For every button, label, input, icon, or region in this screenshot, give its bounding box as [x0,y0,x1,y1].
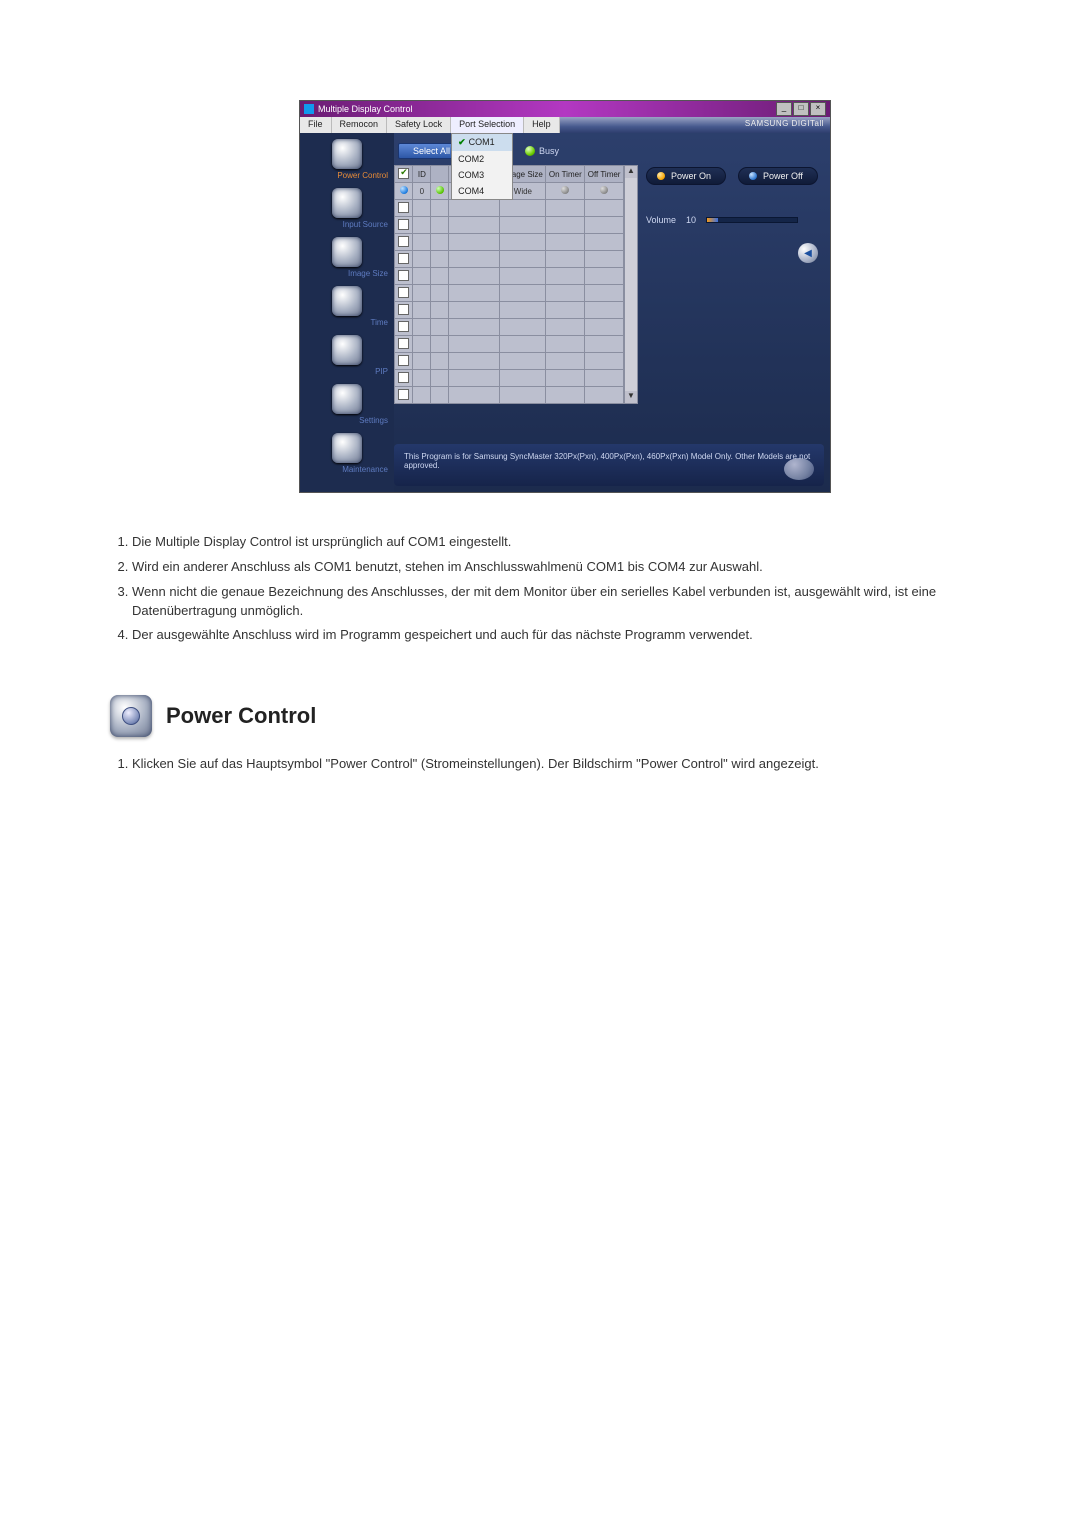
list-item: Der ausgewählte Anschluss wird im Progra… [132,626,950,645]
sidebar-label: Power Control [302,171,392,180]
checkmark-icon: ✔ [458,137,466,147]
sidebar-item-input-source[interactable]: Input Source [302,188,392,229]
minimize-button[interactable]: _ [776,102,792,116]
steps-list: Klicken Sie auf das Hauptsymbol "Power C… [110,755,1010,774]
sidebar-item-time[interactable]: Time [302,286,392,327]
off-timer-icon [600,186,608,194]
col-status [431,166,449,183]
col-on-timer: On Timer [546,166,585,183]
table-row[interactable] [395,251,624,268]
menu-safety-lock[interactable]: Safety Lock [387,117,451,133]
row-check-icon[interactable] [400,186,408,194]
table-scrollbar[interactable]: ▲ ▼ [624,165,638,404]
list-item: Klicken Sie auf das Hauptsymbol "Power C… [132,755,950,774]
menubar: File Remocon Safety Lock Port Selection … [300,117,830,133]
table-row[interactable] [395,217,624,234]
table-row[interactable] [395,268,624,285]
section-title: Power Control [166,703,316,729]
titlebar: Multiple Display Control _ □ × [300,101,830,117]
col-off-timer: Off Timer [585,166,624,183]
sidebar-item-image-size[interactable]: Image Size [302,237,392,278]
table-row[interactable] [395,234,624,251]
port-com3[interactable]: COM3 [452,167,512,183]
list-item: Wird ein anderer Anschluss als COM1 benu… [132,558,950,577]
port-com2[interactable]: COM2 [452,151,512,167]
power-off-label: Power Off [763,171,803,181]
busy-label: Busy [539,146,559,156]
sidebar-label: PIP [302,367,392,376]
power-control-section-icon [110,695,152,737]
table-row[interactable] [395,336,624,353]
close-button[interactable]: × [810,102,826,116]
cell-id: 0 [413,183,431,200]
scroll-up-icon[interactable]: ▲ [625,166,637,178]
menu-port-selection[interactable]: Port Selection ✔COM1 COM2 COM3 COM4 [451,117,524,133]
table-row[interactable] [395,353,624,370]
section-header: Power Control [110,695,1010,737]
maximize-button[interactable]: □ [793,102,809,116]
power-off-button[interactable]: Power Off [738,167,818,185]
table-row[interactable] [395,302,624,319]
settings-icon [332,384,362,414]
power-off-dot-icon [749,172,757,180]
menu-help[interactable]: Help [524,117,560,133]
brand-label: SAMSUNG DIGITall [560,117,830,133]
sidebar-label: Settings [302,416,392,425]
power-on-dot-icon [657,172,665,180]
sidebar-item-maintenance[interactable]: Maintenance [302,433,392,474]
busy-dot-icon [525,146,535,156]
volume-value: 10 [686,215,696,225]
table-row[interactable] [395,285,624,302]
sidebar-label: Input Source [302,220,392,229]
col-id: ID [413,166,431,183]
port-selection-dropdown: ✔COM1 COM2 COM3 COM4 [451,133,513,200]
list-item: Die Multiple Display Control ist ursprün… [132,533,950,552]
speaker-icon[interactable]: ◀ [798,243,818,263]
menu-file[interactable]: File [300,117,332,133]
sidebar-item-settings[interactable]: Settings [302,384,392,425]
table-row[interactable] [395,319,624,336]
port-com4[interactable]: COM4 [452,183,512,199]
port-com1[interactable]: ✔COM1 [452,134,512,151]
image-size-icon [332,237,362,267]
window-title: Multiple Display Control [318,104,413,114]
volume-label: Volume [646,215,676,225]
sidebar-item-pip[interactable]: PIP [302,335,392,376]
sidebar-label: Time [302,318,392,327]
menu-port-selection-label: Port Selection [459,119,515,129]
app-icon [304,104,314,114]
sidebar-item-power-control[interactable]: Power Control [302,139,392,180]
power-on-button[interactable]: Power On [646,167,726,185]
table-row[interactable] [395,370,624,387]
pip-icon [332,335,362,365]
power-on-label: Power On [671,171,711,181]
sidebar-label: Image Size [302,269,392,278]
volume-control: Volume 10 [646,215,818,225]
scroll-down-icon[interactable]: ▼ [625,391,637,403]
footer-text: This Program is for Samsung SyncMaster 3… [404,452,810,470]
volume-slider[interactable] [706,217,798,223]
row-status-icon [436,186,444,194]
busy-indicator: Busy [525,146,559,156]
sidebar-label: Maintenance [302,465,392,474]
list-item: Wenn nicht die genaue Bezeichnung des An… [132,583,950,621]
input-source-icon [332,188,362,218]
menu-remocon[interactable]: Remocon [332,117,388,133]
display-table: ✔ ID Image Size On Timer Off Timer [394,165,624,404]
sidebar: Power Control Input Source Image Size Ti… [300,133,394,492]
footer-notice: This Program is for Samsung SyncMaster 3… [394,444,824,486]
maintenance-icon [332,433,362,463]
time-icon [332,286,362,316]
notes-list: Die Multiple Display Control ist ursprün… [110,533,1010,645]
power-control-icon [332,139,362,169]
app-window: Multiple Display Control _ □ × File Remo… [299,100,831,493]
col-check[interactable]: ✔ [395,166,413,183]
table-row[interactable] [395,200,624,217]
table-row[interactable] [395,387,624,404]
on-timer-icon [561,186,569,194]
